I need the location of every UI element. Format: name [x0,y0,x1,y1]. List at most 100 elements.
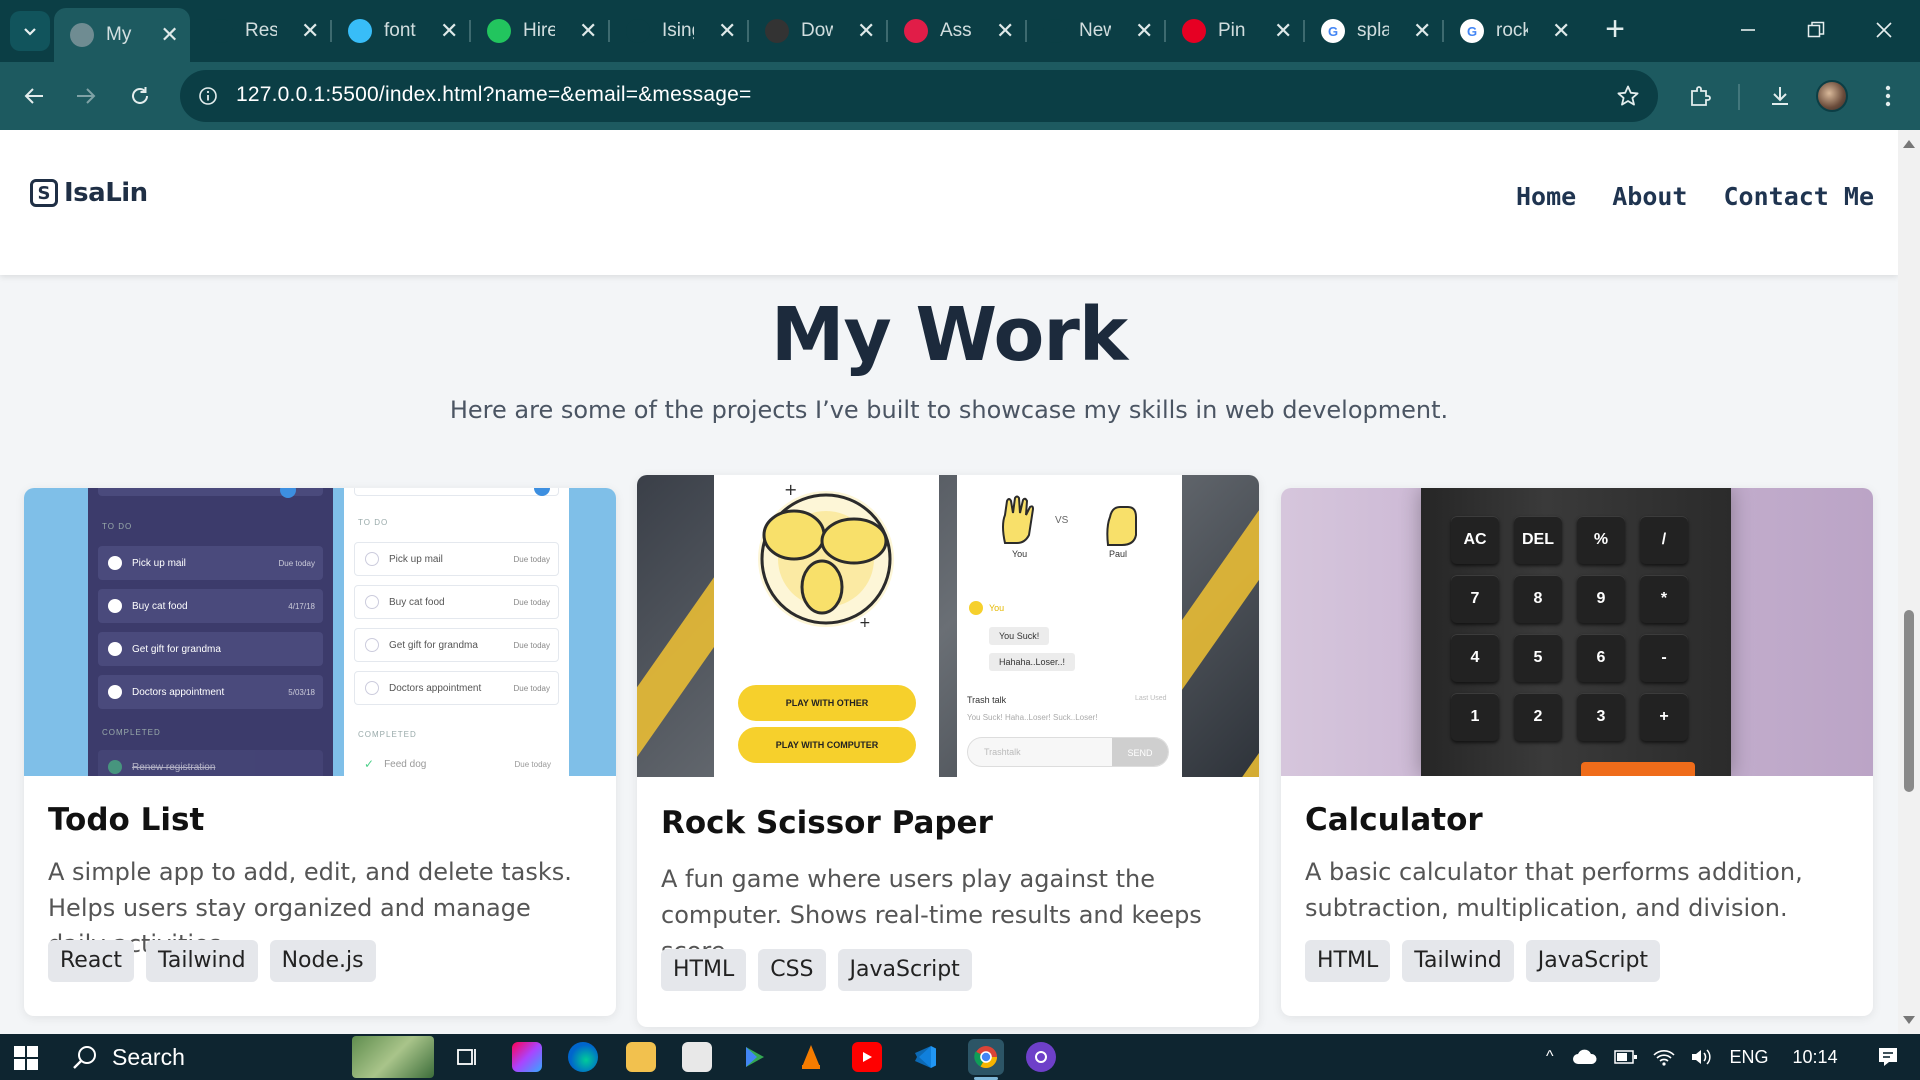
tab-title: rock [1496,20,1529,41]
xfs-icon [765,19,789,43]
player-paul-label: Paul [1109,549,1128,559]
task-view-icon[interactable] [452,1042,482,1072]
system-tray: ^ ENG 10:14 [1546,1034,1900,1080]
project-card-calculator[interactable]: AC DEL% / 7 8 9 * 4 5 6- 1 2 3 + Calculator A basic c… [1281,488,1873,1016]
todo-item: Buy cat food Due today [354,585,559,619]
tab-close-icon[interactable]: ✕ [716,18,738,43]
project-title: Calculator [1305,802,1483,838]
browser-tab[interactable]: Hire ✕ [471,8,609,54]
tab-separator [330,20,332,42]
tab-separator [747,20,749,42]
browser-tab[interactable]: Resp ✕ [193,8,331,54]
browser-tab[interactable]: font ✕ [332,8,470,54]
tab-search-button[interactable] [10,11,50,51]
github-desktop-icon[interactable] [1026,1042,1056,1072]
onedrive-cloud-icon[interactable] [1572,1048,1598,1066]
browser-tab[interactable]: My ✕ [54,8,190,62]
tab-close-icon[interactable]: ✕ [1550,18,1572,43]
back-button[interactable] [16,78,52,114]
chevron-up-icon[interactable]: ^ [1546,1048,1554,1066]
tab-close-icon[interactable]: ✕ [994,18,1016,43]
restore-button[interactable] [1796,10,1836,50]
site-logo[interactable]: S IsaLin [30,178,148,208]
browser-tab[interactable]: Dow ✕ [749,8,887,54]
tab-close-icon[interactable]: ✕ [855,18,877,43]
reload-button[interactable] [122,78,158,114]
taskbar-search[interactable]: Search [58,1034,438,1080]
vlc-icon[interactable] [796,1042,826,1072]
minimize-button[interactable] [1728,10,1768,50]
start-button[interactable] [14,1046,38,1070]
tab-title: Pin [1218,20,1246,41]
todo-item: Pick up mail Due today [354,542,559,576]
tab-separator [1164,20,1166,42]
close-window-button[interactable] [1864,10,1904,50]
completed-item: ✓ Feed dog Due today [364,757,551,771]
chrome-taskbar-icon[interactable] [968,1039,1004,1075]
volume-icon[interactable] [1690,1047,1714,1067]
address-bar[interactable]: 127.0.0.1:5500/index.html?name=&email=&m… [180,70,1658,122]
scrollbar-thumb[interactable] [1904,610,1914,792]
play-with-other-button: PLAY WITH OTHER [738,685,916,721]
tab-close-icon[interactable]: ✕ [1272,18,1294,43]
language-indicator[interactable]: ENG [1730,1047,1769,1068]
downloads-button[interactable] [1762,78,1798,114]
extensions-button[interactable] [1682,78,1718,114]
calculator-key: 7 [1451,575,1499,623]
battery-icon[interactable] [1613,1048,1638,1066]
nav-home[interactable]: Home [1516,182,1576,211]
chat-author: You [989,603,1005,613]
file-explorer-icon[interactable] [626,1042,656,1072]
calculator-key: - [1640,634,1688,682]
tab-close-icon[interactable]: ✕ [438,18,460,43]
chat-avatar-icon [969,601,983,615]
completed-item: Renew registration [98,750,323,776]
scroll-up-icon[interactable] [1903,140,1915,148]
browser-tab[interactable]: New ✕ [1027,8,1165,54]
browser-tab[interactable]: Grock ✕ [1444,8,1582,54]
tab-close-icon[interactable]: ✕ [577,18,599,43]
tab-separator [1303,20,1305,42]
site-header: S IsaLin Home About Contact Me [0,130,1898,275]
completed-section-label: COMPLETED [102,728,161,737]
new-tab-button[interactable]: + [1598,12,1632,48]
nav-about[interactable]: About [1612,182,1687,211]
profile-avatar[interactable] [1816,80,1848,112]
tech-tag: React [48,940,135,982]
tab-title: Ising [662,20,694,41]
menu-button[interactable] [1870,78,1906,114]
browser-tab[interactable]: Pin ✕ [1166,8,1304,54]
bookmark-star-icon[interactable] [1612,80,1644,112]
project-card-rps[interactable]: + + PLAY WITH OTHER PLAY WITH COMPUTER V… [637,475,1259,1027]
wifi-icon[interactable] [1652,1047,1676,1067]
nav-contact[interactable]: Contact Me [1723,182,1874,211]
browser-tab[interactable]: Gspla ✕ [1305,8,1443,54]
forward-button[interactable] [68,78,104,114]
project-card-todo[interactable]: TO DO Pick up mail Due today Buy cat food… [24,488,616,1016]
url-text[interactable]: 127.0.0.1:5500/index.html?name=&email=&m… [236,83,751,107]
browser-tab[interactable]: Assi ✕ [888,8,1026,54]
tab-close-icon[interactable]: ✕ [1133,18,1155,43]
notifications-icon[interactable] [1876,1045,1900,1069]
youtube-icon[interactable] [852,1042,882,1072]
chevron-down-icon [24,28,36,36]
site-info-icon[interactable] [192,80,224,112]
edge-icon[interactable] [568,1042,598,1072]
clock[interactable]: 10:14 [1793,1047,1838,1068]
tab-close-icon[interactable]: ✕ [299,18,321,43]
google-play-icon[interactable] [740,1042,770,1072]
tab-close-icon[interactable]: ✕ [1411,18,1433,43]
project-description: A basic calculator that performs additio… [1305,858,1803,922]
copilot-icon[interactable] [512,1042,542,1072]
star-icon [1617,85,1639,106]
scroll-down-icon[interactable] [1903,1016,1915,1024]
vscode-icon[interactable] [910,1042,940,1072]
restore-icon [1807,21,1825,38]
microsoft-store-icon[interactable] [682,1042,712,1072]
tech-tag: HTML [1305,940,1391,982]
page-scrollbar[interactable] [1898,130,1920,1034]
browser-tab[interactable]: Ising ✕ [610,8,748,54]
kebab-menu-icon [1885,85,1891,107]
tab-close-icon[interactable]: ✕ [159,22,180,47]
todo-preview-image: TO DO Pick up mail Due today Buy cat food… [24,488,616,776]
